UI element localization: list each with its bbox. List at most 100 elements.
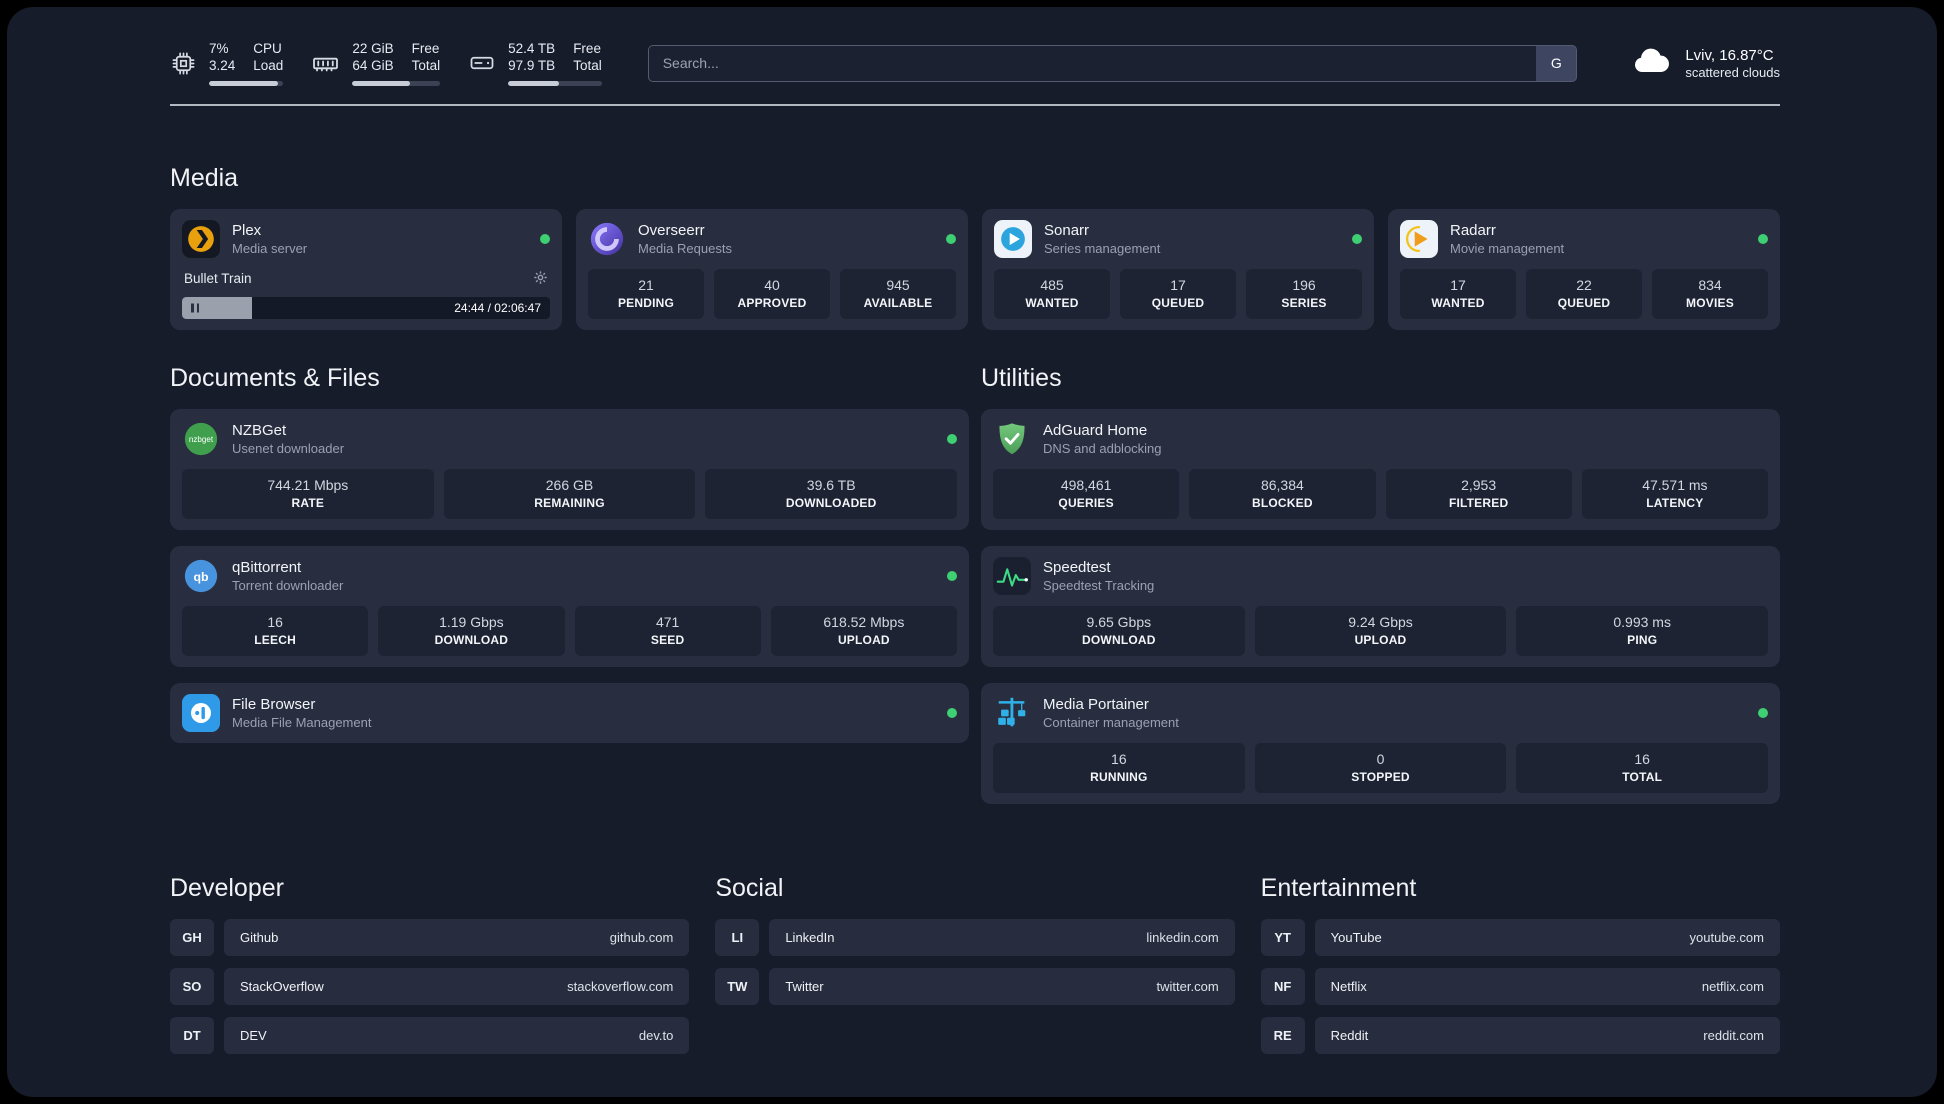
overseerr-icon	[588, 220, 626, 258]
now-playing-title: Bullet Train	[184, 271, 252, 287]
stat-queued: 22 QUEUED	[1526, 268, 1642, 319]
bookmark-twitter[interactable]: TW Twitter twitter.com	[715, 967, 1235, 1005]
stat-value: 744.21 Mbps	[267, 476, 349, 493]
section-developer: Developer GH Github github.com SO StackO…	[170, 873, 690, 1054]
stat-label: DOWNLOAD	[434, 632, 509, 647]
stat-label: DOWNLOAD	[1082, 632, 1156, 647]
section-utilities: Utilities AdGuard Home DNS and adblockin…	[981, 364, 1780, 804]
app-card-sonarr[interactable]: Sonarr Series management 485 WANTED 17 Q…	[982, 208, 1374, 330]
section-title-utilities: Utilities	[981, 363, 1062, 392]
cloud-icon	[1631, 45, 1673, 82]
stat-label: LATENCY	[1646, 495, 1704, 510]
bookmark-name: Twitter	[785, 978, 824, 994]
stat-value: 47.571 ms	[1642, 476, 1708, 493]
bookmark-linkedin[interactable]: LI LinkedIn linkedin.com	[715, 918, 1235, 956]
stat-value: 471	[655, 613, 680, 630]
stat-total: 16 TOTAL	[1516, 742, 1769, 793]
stat-value: 17	[1450, 276, 1466, 293]
app-subtitle: Media server	[232, 240, 308, 256]
stat-latency: 47.571 ms LATENCY	[1581, 468, 1768, 519]
disk-free-value: 52.4 TB	[508, 41, 556, 56]
stat-label: QUEUED	[1151, 295, 1205, 310]
ram-total-value: 64 GiB	[352, 57, 394, 73]
app-card-adguard[interactable]: AdGuard Home DNS and adblocking 498,461 …	[981, 408, 1780, 530]
bookmark-stackoverflow[interactable]: SO StackOverflow stackoverflow.com	[170, 967, 690, 1005]
stat-label: DOWNLOADED	[785, 495, 877, 510]
stat-queued: 17 QUEUED	[1120, 268, 1236, 319]
stat-value: 945	[886, 276, 910, 293]
search-engine-button[interactable]: G	[1536, 44, 1578, 82]
stat-label: RUNNING	[1090, 769, 1148, 784]
stat-label: BLOCKED	[1252, 495, 1313, 510]
bookmark-url: linkedin.com	[1146, 929, 1219, 945]
stat-label: SEED	[650, 632, 685, 647]
app-subtitle: Media Requests	[638, 240, 732, 256]
bookmark-name: StackOverflow	[240, 978, 324, 994]
section-title-media: Media	[170, 163, 239, 192]
app-card-plex[interactable]: Plex Media server Bullet Train 24:44 / 0…	[170, 208, 562, 330]
filebrowser-icon	[182, 693, 220, 732]
bookmark-dev[interactable]: DT DEV dev.to	[170, 1016, 690, 1054]
cpu-chip-icon	[170, 50, 197, 77]
app-card-portainer[interactable]: Media Portainer Container management 16 …	[981, 682, 1780, 804]
stat-label: TOTAL	[1622, 769, 1663, 784]
stat-value: 618.52 Mbps	[823, 613, 905, 630]
stat-value: 39.6 TB	[806, 476, 856, 493]
bookmark-abbr: GH	[170, 918, 214, 956]
bookmark-url: netflix.com	[1701, 978, 1764, 994]
search-input[interactable]	[647, 44, 1537, 82]
bookmark-youtube[interactable]: YT YouTube youtube.com	[1260, 918, 1780, 956]
stat-value: 2,953	[1461, 476, 1497, 493]
stat-download: 1.19 Gbps DOWNLOAD	[378, 605, 565, 656]
bookmark-url: github.com	[609, 929, 674, 945]
bookmark-url: twitter.com	[1156, 978, 1219, 994]
bookmark-github[interactable]: GH Github github.com	[170, 918, 690, 956]
stat-value: 22	[1576, 276, 1592, 293]
app-name: Speedtest	[1043, 558, 1111, 576]
bookmark-reddit[interactable]: RE Reddit reddit.com	[1260, 1016, 1780, 1054]
stat-value: 40	[764, 276, 780, 293]
stat-running: 16 RUNNING	[993, 742, 1245, 793]
stat-label: MOVIES	[1686, 295, 1734, 310]
section-title-documents: Documents & Files	[170, 363, 380, 392]
stat-value: 0	[1376, 750, 1385, 767]
adguard-icon	[993, 420, 1031, 458]
app-card-overseerr[interactable]: Overseerr Media Requests 21 PENDING 40 A…	[576, 208, 968, 330]
app-card-nzbget[interactable]: nzbget NZBGet Usenet downloader 744.21 M…	[170, 408, 969, 530]
playback-progress-bar[interactable]: 24:44 / 02:06:47	[182, 296, 550, 319]
stat-remaining: 266 GB REMAINING	[443, 468, 696, 519]
app-subtitle: Speedtest Tracking	[1043, 577, 1155, 593]
bookmark-abbr: SO	[170, 967, 214, 1005]
stat-label: LEECH	[254, 632, 296, 647]
bookmark-abbr: TW	[715, 967, 760, 1005]
stat-value: 86,384	[1260, 476, 1304, 493]
stat-downloaded: 39.6 TB DOWNLOADED	[705, 468, 958, 519]
stat-rate: 744.21 Mbps RATE	[182, 468, 434, 519]
app-card-speedtest[interactable]: Speedtest Speedtest Tracking 9.65 Gbps D…	[981, 545, 1780, 667]
app-card-radarr[interactable]: Radarr Movie management 17 WANTED 22 QUE…	[1388, 208, 1780, 330]
cpu-progress-bar	[209, 80, 284, 86]
section-title-developer: Developer	[170, 873, 284, 902]
app-subtitle: Series management	[1044, 240, 1161, 256]
status-dot	[947, 570, 957, 581]
app-name: Plex	[232, 221, 262, 239]
stat-blocked: 86,384 BLOCKED	[1189, 468, 1376, 519]
app-name: Media Portainer	[1043, 695, 1149, 713]
stat-value: 21	[638, 276, 654, 293]
disk-total-value: 97.9 TB	[508, 57, 556, 73]
disk-icon	[468, 49, 496, 77]
app-card-qbittorrent[interactable]: qb qBittorrent Torrent downloader 16 LEE…	[170, 545, 969, 667]
bookmark-abbr: DT	[170, 1016, 214, 1054]
gear-icon[interactable]	[533, 270, 548, 288]
pause-icon[interactable]	[191, 303, 199, 313]
weather-widget[interactable]: Lviv, 16.87°C scattered clouds	[1631, 45, 1780, 82]
app-subtitle: Media File Management	[232, 714, 372, 730]
stat-label: PING	[1627, 632, 1658, 647]
stat-series: 196 SERIES	[1246, 268, 1362, 319]
stat-value: 498,461	[1060, 476, 1112, 493]
app-card-filebrowser[interactable]: File Browser Media File Management	[170, 682, 969, 743]
section-documents: Documents & Files nzbget NZBGet Usenet d…	[170, 364, 969, 743]
section-entertainment: Entertainment YT YouTube youtube.com NF …	[1260, 874, 1780, 1054]
bookmark-netflix[interactable]: NF Netflix netflix.com	[1260, 967, 1780, 1005]
stat-upload: 9.24 Gbps UPLOAD	[1254, 605, 1507, 656]
